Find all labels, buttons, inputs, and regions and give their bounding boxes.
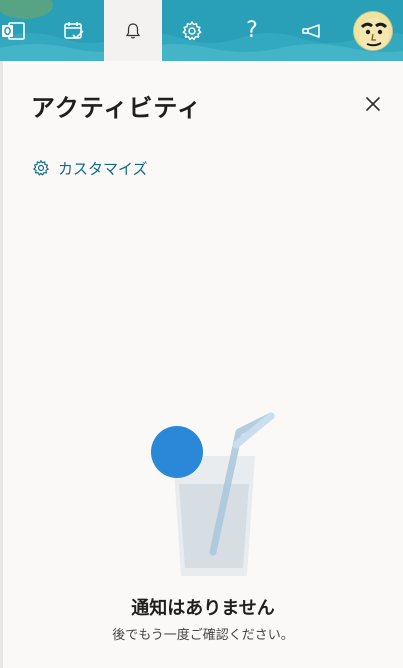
settings-button[interactable] [163,0,221,61]
avatar-face-image [354,12,392,50]
help-icon: ? [246,18,258,43]
bell-icon [125,22,141,38]
empty-state-title: 通知はありません [131,598,275,619]
megaphone-icon [302,23,320,38]
help-button[interactable]: ? [223,0,281,61]
outlook-icon [2,21,25,40]
notifications-button[interactable] [104,0,162,61]
todo-app-button[interactable] [45,0,103,61]
user-avatar[interactable] [353,11,393,51]
feedback-button[interactable] [283,0,341,61]
activity-panel: アクティビティ カスタマイズ 通知はありません 後でもう一度ご確認ください。 [3,61,403,668]
calendar-check-icon [64,21,84,39]
close-panel-button[interactable] [359,90,387,118]
top-header-bar: ? [0,0,403,61]
customize-label: カスタマイズ [58,159,148,178]
empty-glass-illustration [151,412,275,576]
customize-link[interactable]: カスタマイズ [32,157,148,179]
gear-icon [182,20,202,40]
gear-icon [33,160,49,176]
close-icon [365,96,381,112]
empty-state-subtitle: 後でもう一度ご確認ください。 [112,628,294,643]
panel-title: アクティビティ [31,94,202,122]
outlook-app-button[interactable] [0,0,42,61]
